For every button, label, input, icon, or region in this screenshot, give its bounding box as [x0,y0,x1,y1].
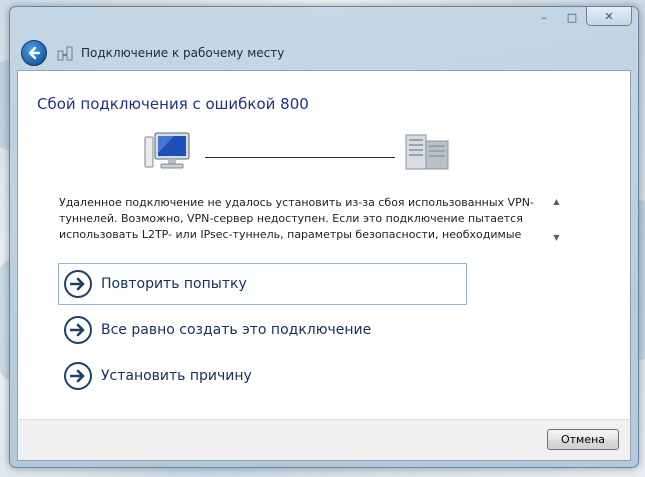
scroll-up-button[interactable]: ▲ [549,196,564,208]
dialog-footer [17,419,631,461]
window-title: Подключение к рабочему месту [81,46,285,60]
arrow-right-icon [64,270,92,298]
close-button[interactable]: ✕ [586,7,632,26]
error-message: Удаленное подключение не удалось установ… [59,196,534,245]
arrow-right-icon [64,362,92,390]
option-label: Установить причину [101,368,252,384]
page-heading: Сбой подключения с ошибкой 800 [37,95,309,113]
back-button[interactable] [21,40,47,66]
arrow-right-icon [64,316,92,344]
diagnose-option[interactable]: Установить причину [58,355,467,397]
maximize-button[interactable]: □ [558,7,586,27]
network-icon [57,46,73,61]
minimize-button[interactable]: – [530,7,558,27]
option-label: Повторить попытку [101,276,247,292]
navigation-bar: Подключение к рабочему месту [18,38,630,68]
computer-icon [144,132,190,169]
connection-line [205,157,395,158]
option-label: Все равно создать это подключение [101,322,372,338]
message-scrollbar[interactable]: ▲ ▼ [549,196,564,244]
back-arrow-icon [28,46,41,60]
cancel-button[interactable]: Отмена [547,429,619,450]
create-anyway-option[interactable]: Все равно создать это подключение [58,309,467,351]
server-icon [405,134,449,170]
scroll-down-button[interactable]: ▼ [549,232,564,244]
retry-option[interactable]: Повторить попытку [58,263,467,305]
caption-buttons: – □ ✕ [530,7,632,27]
